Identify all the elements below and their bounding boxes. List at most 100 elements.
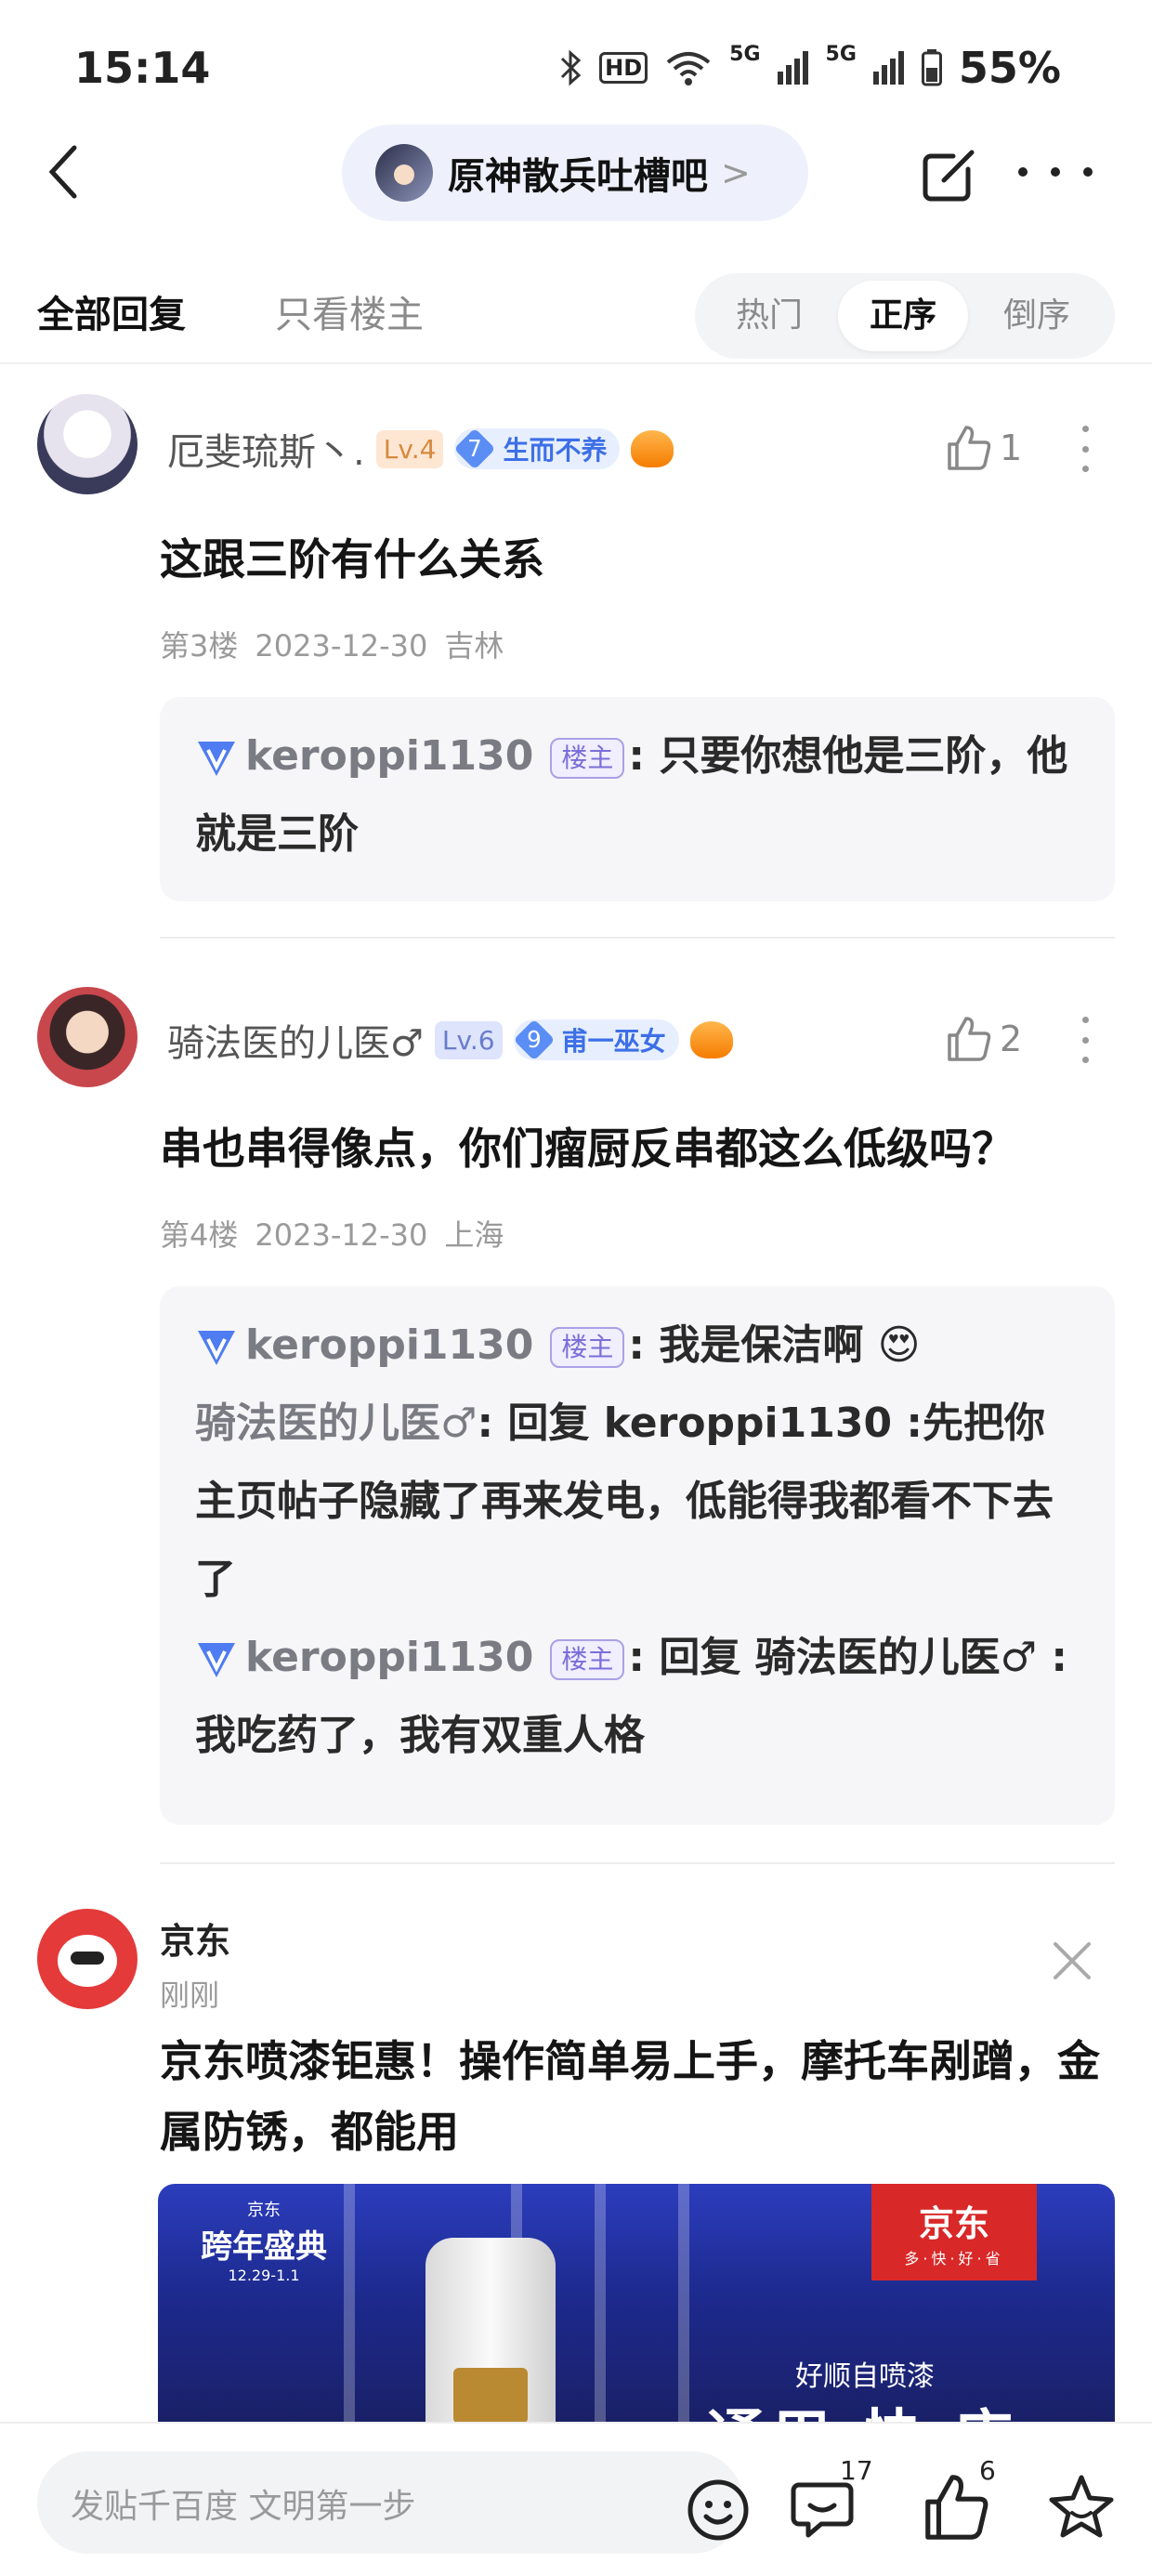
forum-avatar bbox=[375, 144, 433, 202]
fan-level: 9 bbox=[526, 1026, 542, 1054]
post-menu-button[interactable] bbox=[1078, 426, 1093, 472]
reply-box[interactable]: keroppi1130 楼主: 只要你想他是三阶，他就是三阶 bbox=[160, 697, 1115, 901]
reply-sep: : bbox=[477, 1400, 494, 1447]
dot-icon bbox=[1083, 167, 1093, 177]
reply-item: keroppi1130 楼主: 我是保洁啊 😍 bbox=[195, 1307, 1081, 1385]
thumbs-up-icon bbox=[948, 1017, 991, 1061]
like-count: 1 bbox=[1000, 427, 1023, 468]
username[interactable]: 厄斐琉斯丶. bbox=[167, 422, 365, 476]
reply-author[interactable]: keroppi1130 bbox=[245, 1634, 533, 1681]
username-row: 骑法医的儿医♂ Lv.6 9 甫一巫女 bbox=[167, 1013, 733, 1067]
jd-logo[interactable] bbox=[37, 1909, 137, 2009]
ad-banner[interactable]: 京东 跨年盛典 12.29-1.1 京东 多·快·好·省 好顺自喷漆 通用 快 … bbox=[158, 2184, 1115, 2425]
post-meta: 第4楼 2023-12-30 上海 bbox=[160, 1212, 520, 1255]
avatar[interactable] bbox=[37, 987, 137, 1087]
signal-icon bbox=[777, 51, 808, 85]
favorite-button[interactable] bbox=[1046, 2472, 1117, 2543]
emoji-button[interactable] bbox=[686, 2477, 751, 2543]
ad-time: 刚刚 bbox=[160, 1978, 220, 2013]
thumbs-up-icon bbox=[948, 426, 991, 470]
verified-icon bbox=[198, 1643, 235, 1677]
dot-icon bbox=[1051, 167, 1060, 177]
dot-icon bbox=[1081, 1057, 1089, 1063]
reply-sep: : bbox=[628, 1634, 646, 1681]
post-text: 串也串得像点，你们瘤厨反串都这么低级吗？ bbox=[160, 1124, 1015, 1174]
chevron-left-icon bbox=[48, 145, 77, 199]
tab-owner-only[interactable]: 只看楼主 bbox=[275, 284, 424, 338]
hd-icon: HD bbox=[599, 52, 648, 84]
owner-tag: 楼主 bbox=[550, 1639, 625, 1680]
divider bbox=[160, 1862, 1115, 1864]
reply-item: keroppi1130 楼主: 只要你想他是三阶，他就是三阶 bbox=[195, 717, 1081, 874]
sort-descending[interactable]: 倒序 bbox=[972, 281, 1102, 351]
emoji-badge-icon bbox=[631, 430, 674, 467]
owner-tag: 楼主 bbox=[550, 738, 625, 779]
dot-icon bbox=[1081, 445, 1089, 453]
post-text: 这跟三阶有什么关系 bbox=[160, 534, 544, 585]
fan-title: 甫一巫女 bbox=[561, 1026, 666, 1057]
ad-headline: 通用 快 店 bbox=[706, 2390, 1019, 2425]
dot-icon bbox=[1018, 167, 1028, 177]
battery-icon bbox=[921, 49, 942, 86]
edit-icon bbox=[923, 150, 975, 202]
edit-button[interactable] bbox=[920, 143, 981, 204]
post-location: 上海 bbox=[444, 1217, 504, 1253]
reply-box[interactable]: keroppi1130 楼主: 我是保洁啊 😍 骑法医的儿医♂: 回复 kero… bbox=[160, 1286, 1115, 1825]
reply-item: 骑法医的儿医♂: 回复 keroppi1130 :先把你主页帖子隐藏了再来发电，… bbox=[195, 1385, 1081, 1619]
floor-number: 第3楼 bbox=[160, 628, 239, 664]
forum-pill[interactable]: 原神散兵吐槽吧 > bbox=[342, 125, 808, 221]
owner-tag: 楼主 bbox=[550, 1327, 625, 1368]
reply-author[interactable]: 骑法医的儿医♂ bbox=[195, 1400, 477, 1447]
username-row: 厄斐琉斯丶. Lv.4 7 生而不养 bbox=[167, 422, 674, 476]
reply-author[interactable]: keroppi1130 bbox=[245, 732, 533, 780]
tab-all-replies[interactable]: 全部回复 bbox=[37, 284, 186, 338]
ad-event-label: 京东 跨年盛典 12.29-1.1 bbox=[201, 2201, 327, 2284]
level-badge: Lv.4 bbox=[375, 429, 444, 468]
signal-icon-2 bbox=[872, 51, 904, 85]
dot-icon bbox=[1081, 1017, 1089, 1023]
bottom-bar: 发贴千百度 文明第一步 17 6 bbox=[0, 2422, 1152, 2576]
sort-hot[interactable]: 热门 bbox=[704, 281, 834, 351]
like-count: 2 bbox=[1000, 1019, 1023, 1059]
ad-close-button[interactable] bbox=[1048, 1937, 1096, 1985]
reply-author[interactable]: keroppi1130 bbox=[245, 1321, 533, 1369]
sort-toggle: 热门 正序 倒序 bbox=[695, 273, 1115, 359]
like-post-count: 6 bbox=[979, 2455, 996, 2486]
like-button[interactable]: 1 bbox=[944, 424, 1022, 472]
ad-product-tag: 好顺自喷漆 bbox=[795, 2360, 935, 2393]
fan-level: 7 bbox=[467, 435, 483, 463]
username[interactable]: 骑法医的儿医♂ bbox=[167, 1013, 424, 1067]
post-date: 2023-12-30 bbox=[255, 1217, 428, 1253]
fan-badge: 9 甫一巫女 bbox=[513, 1019, 679, 1061]
post-location: 吉林 bbox=[444, 628, 504, 664]
comment-count: 17 bbox=[840, 2455, 873, 2486]
back-button[interactable] bbox=[46, 139, 102, 204]
top-nav: 原神散兵吐槽吧 > bbox=[0, 121, 1152, 225]
ad-name[interactable]: 京东 bbox=[160, 1912, 230, 1964]
post-menu-button[interactable] bbox=[1078, 1017, 1093, 1063]
sort-ascending[interactable]: 正序 bbox=[838, 281, 968, 351]
reply-filter: 全部回复 只看楼主 热门 正序 倒序 bbox=[0, 262, 1152, 364]
chevron-right-icon: > bbox=[721, 152, 751, 193]
like-button[interactable]: 2 bbox=[944, 1015, 1022, 1063]
star-icon bbox=[1049, 2475, 1114, 2538]
status-icons: HD 5G 5G 55% bbox=[558, 43, 1061, 93]
status-time: 15:14 bbox=[74, 43, 211, 93]
verified-icon bbox=[198, 1331, 235, 1365]
bluetooth-icon bbox=[561, 49, 582, 86]
comment-placeholder: 发贴千百度 文明第一步 bbox=[71, 2488, 416, 2526]
status-bar: 15:14 HD 5G 5G 55% bbox=[0, 0, 1152, 130]
wifi-icon bbox=[666, 52, 711, 85]
dot-icon bbox=[1081, 1036, 1089, 1044]
comment-input[interactable]: 发贴千百度 文明第一步 bbox=[37, 2451, 749, 2554]
avatar[interactable] bbox=[37, 394, 137, 494]
level-badge: Lv.6 bbox=[434, 1020, 503, 1059]
jd-brand-badge: 京东 多·快·好·省 bbox=[871, 2184, 1037, 2280]
signal-1-label: 5G bbox=[729, 43, 761, 66]
divider bbox=[160, 937, 1115, 939]
ad-text[interactable]: 京东喷漆钜惠！操作简单易上手，摩托车剐蹭，金属防锈，都能用 bbox=[160, 2026, 1107, 2167]
forum-name: 原神散兵吐槽吧 bbox=[448, 155, 708, 198]
dot-icon bbox=[1081, 426, 1089, 432]
more-button[interactable] bbox=[1018, 149, 1093, 195]
post-date: 2023-12-30 bbox=[255, 628, 428, 664]
